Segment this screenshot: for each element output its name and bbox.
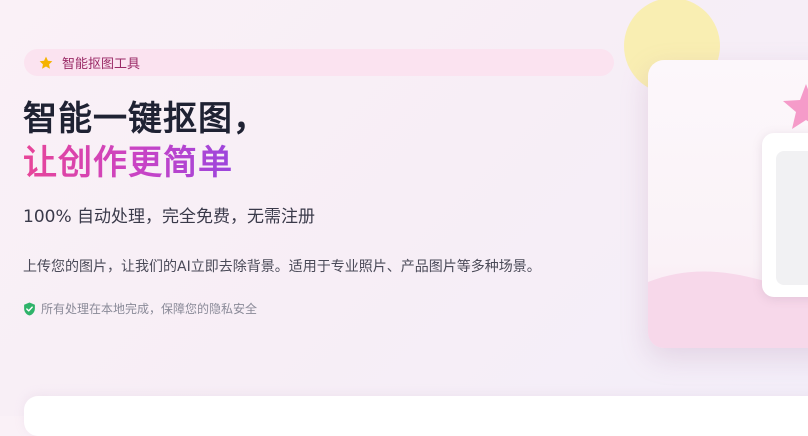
pink-star-icon <box>783 84 808 129</box>
privacy-note: 所有处理在本地完成，保障您的隐私安全 <box>23 300 257 317</box>
preview-image <box>776 151 808 285</box>
star-icon <box>39 56 53 69</box>
privacy-note-text: 所有处理在本地完成，保障您的隐私安全 <box>41 302 258 316</box>
shield-check-icon <box>24 302 35 315</box>
upload-panel[interactable] <box>24 396 808 436</box>
hero-description: 上传您的图片，让我们的AI立即去除背景。适用于专业照片、产品图片等多种场景。 <box>23 259 541 275</box>
hero-title-line1: 智能一键抠图， <box>23 99 268 139</box>
badge-label: 智能抠图工具 <box>62 57 141 72</box>
hero-title-line2: 让创作更简单 <box>23 143 233 183</box>
hero-subtitle: 100% 自动处理，完全免费，无需注册 <box>23 207 316 227</box>
feature-badge: 智能抠图工具 <box>24 49 614 76</box>
preview-image-frame <box>762 133 808 297</box>
